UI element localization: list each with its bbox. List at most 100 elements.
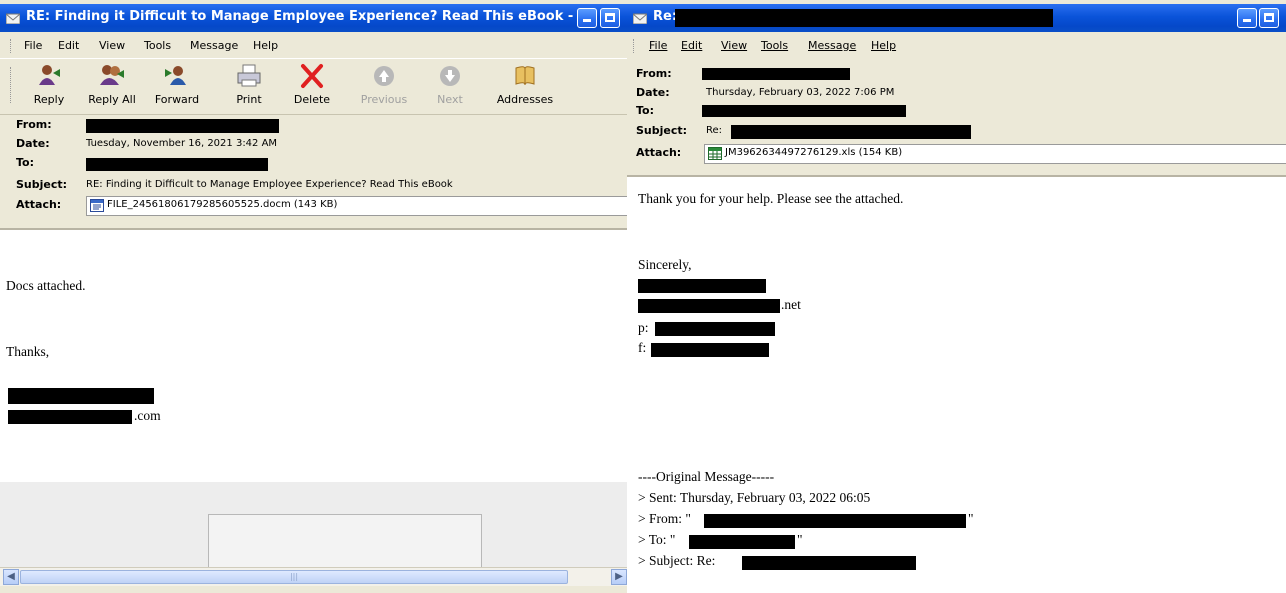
redacted-subject (731, 125, 971, 139)
reply-button[interactable]: Reply (22, 63, 76, 111)
scroll-thumb[interactable]: ||| (20, 570, 568, 584)
preview-lower-area (0, 482, 627, 586)
delete-icon (301, 64, 323, 88)
menu-bar: File Edit View Tools Message Help (0, 36, 627, 56)
redacted-original-to (689, 535, 795, 549)
message-body: Docs attached. Thanks, .com (0, 228, 627, 586)
original-sent: > Sent: Thursday, February 03, 2022 06:0… (638, 490, 871, 505)
addresses-icon (515, 66, 535, 86)
attachment-filename[interactable]: FILE_24561806179285605525.docm (143 KB) (107, 199, 337, 210)
signature-email-suffix: .com (134, 408, 161, 423)
original-subject: > Subject: Re: (638, 553, 716, 568)
scroll-right-button[interactable]: ▶ (611, 569, 627, 585)
fax-prefix: f: (638, 340, 647, 355)
maximize-icon (1264, 13, 1274, 22)
menu-help[interactable]: Help (871, 39, 896, 52)
menu-message[interactable]: Message (808, 39, 856, 52)
subject-label: Subject: (636, 124, 688, 137)
delete-label: Delete (293, 93, 331, 106)
menu-message[interactable]: Message (190, 39, 238, 52)
next-button[interactable]: Next (428, 63, 472, 111)
redacted-title (675, 9, 1053, 27)
scroll-left-button[interactable]: ◀ (3, 569, 19, 585)
redacted-signature-email (638, 299, 780, 313)
menu-view[interactable]: View (99, 39, 125, 52)
phone-prefix: p: (638, 320, 649, 335)
signature-email-suffix: .net (781, 297, 801, 312)
date-label: Date: (636, 86, 670, 99)
print-icon (237, 64, 261, 87)
next-icon (440, 66, 460, 86)
email-window-left: RE: Finding it Difficult to Manage Emplo… (0, 0, 627, 593)
original-from: > From: " (638, 511, 691, 526)
reply-all-icon (100, 65, 124, 85)
forward-label: Forward (154, 93, 200, 106)
window-title: Re: (653, 9, 678, 24)
reply-icon (39, 65, 60, 85)
toolbar: Reply Reply All Forward Print Delete Pre… (0, 58, 627, 115)
reply-all-label: Reply All (88, 93, 136, 106)
menu-tools[interactable]: Tools (761, 39, 788, 52)
to-label: To: (636, 104, 654, 117)
reply-label: Reply (33, 93, 65, 106)
print-button[interactable]: Print (225, 63, 273, 111)
redacted-phone (655, 322, 775, 336)
body-line-docs-attached: Docs attached. (6, 278, 86, 293)
menu-file[interactable]: File (649, 39, 667, 52)
forward-button[interactable]: Forward (148, 63, 206, 111)
menu-file[interactable]: File (24, 39, 42, 52)
menu-grip (10, 39, 13, 53)
original-to: > To: " (638, 532, 676, 547)
attach-row: Attach: FILE_24561806179285605525.docm (… (16, 196, 627, 216)
original-message-header: ----Original Message----- (638, 469, 775, 484)
body-line-thanks: Thank you for your help. Please see the … (638, 191, 904, 206)
original-from-close-quote: " (968, 511, 974, 526)
title-bar[interactable]: Re: (627, 4, 1286, 32)
minimize-button[interactable] (577, 8, 597, 28)
forward-icon (165, 66, 186, 85)
reply-all-button[interactable]: Reply All (84, 63, 140, 111)
attach-label: Attach: (636, 146, 682, 159)
attachment-filename[interactable]: JM3962634497276129.xls (154 KB) (725, 147, 902, 158)
envelope-icon (6, 13, 20, 24)
maximize-icon (605, 13, 615, 22)
original-to-close-quote: " (797, 532, 803, 547)
attach-label: Attach: (16, 198, 62, 211)
redacted-fax (651, 343, 769, 357)
menu-help[interactable]: Help (253, 39, 278, 52)
redacted-to (702, 105, 906, 117)
redacted-signature-email (8, 410, 132, 424)
window-title: RE: Finding it Difficult to Manage Emplo… (26, 9, 593, 24)
message-body: Thank you for your help. Please see the … (627, 175, 1286, 593)
menu-edit[interactable]: Edit (58, 39, 79, 52)
envelope-icon (633, 13, 647, 24)
horizontal-scrollbar[interactable]: ◀ ||| ▶ (0, 567, 627, 586)
subject-value: Re: (706, 125, 723, 136)
maximize-button[interactable] (1259, 8, 1279, 28)
menu-tools[interactable]: Tools (144, 39, 171, 52)
previous-button[interactable]: Previous (356, 63, 412, 111)
from-label: From: (636, 67, 672, 80)
addresses-button[interactable]: Addresses (492, 63, 558, 111)
menu-bar: File Edit View Tools Message Help (627, 36, 1286, 56)
subject-value: RE: Finding it Difficult to Manage Emplo… (86, 179, 453, 190)
menu-view[interactable]: View (721, 39, 747, 52)
toolbar-grip (10, 67, 13, 103)
minimize-icon (583, 19, 591, 22)
previous-icon (374, 66, 394, 86)
redacted-original-subject (742, 556, 916, 570)
menu-edit[interactable]: Edit (681, 39, 702, 52)
minimize-button[interactable] (1237, 8, 1257, 28)
email-window-right: Re: File Edit View Tools Message Help Fr… (627, 0, 1286, 593)
next-label: Next (437, 93, 463, 106)
body-line-sincerely: Sincerely, (638, 257, 692, 272)
redacted-to (86, 158, 268, 171)
delete-button[interactable]: Delete (288, 63, 336, 111)
excel-document-icon (708, 147, 722, 160)
attachment-box[interactable]: JM3962634497276129.xls (154 KB) (704, 144, 1286, 164)
attachment-box[interactable]: FILE_24561806179285605525.docm (143 KB) (86, 196, 627, 216)
title-bar[interactable]: RE: Finding it Difficult to Manage Emplo… (0, 4, 627, 32)
maximize-button[interactable] (600, 8, 620, 28)
redacted-from (702, 68, 850, 80)
redacted-signature-name (638, 279, 766, 293)
